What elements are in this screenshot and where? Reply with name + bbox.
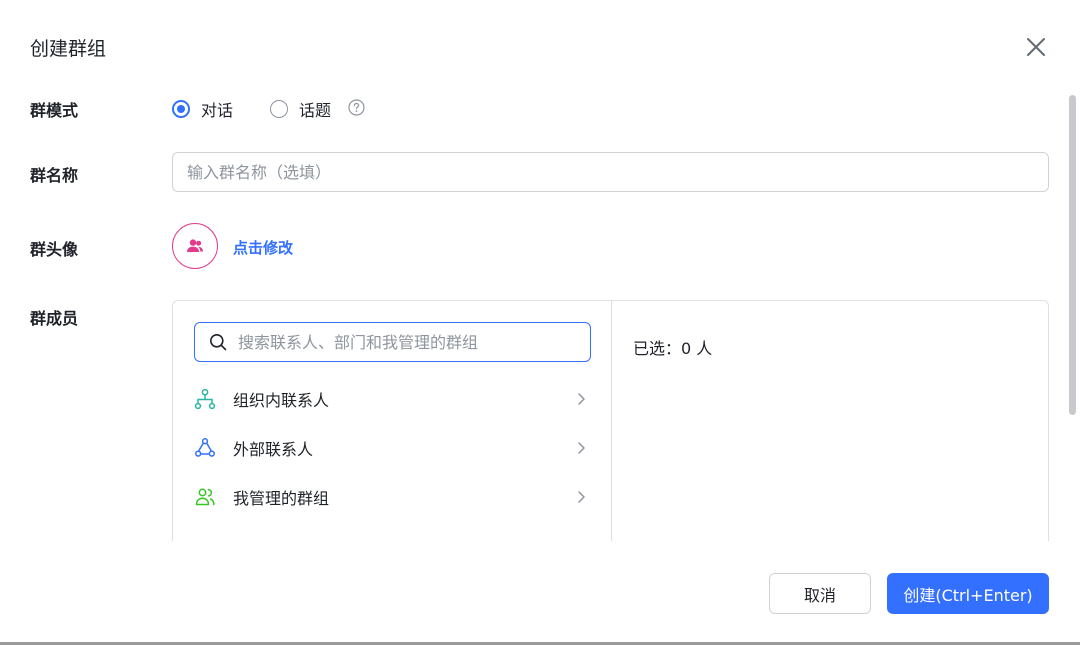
source-external-contacts[interactable]: 外部联系人 [173, 428, 611, 468]
mode-option-chat-label: 对话 [201, 101, 234, 120]
group-mode-label: 群模式 [30, 101, 79, 120]
edit-avatar-link[interactable]: 点击修改 [233, 237, 293, 258]
cancel-button[interactable]: 取消 [769, 573, 871, 614]
source-managed-groups-label: 我管理的群组 [233, 489, 330, 508]
group-members-label: 群成员 [30, 309, 79, 328]
source-managed-groups[interactable]: 我管理的群组 [173, 477, 611, 517]
org-chart-icon [194, 388, 216, 410]
create-group-dialog: 创建群组 群模式 对话 话题 群名称 群头像 点击修改 群成员 [0, 0, 1080, 645]
managed-groups-icon [195, 488, 215, 506]
radio-unchecked-icon [270, 100, 288, 118]
chevron-right-icon [578, 393, 585, 405]
source-org-contacts[interactable]: 组织内联系人 [173, 379, 611, 419]
member-search-box[interactable] [194, 322, 591, 362]
group-name-label: 群名称 [30, 166, 79, 185]
mode-option-topic-label: 话题 [299, 101, 332, 120]
scrollbar-thumb[interactable] [1069, 95, 1076, 415]
help-icon[interactable] [348, 99, 365, 116]
group-name-input[interactable] [172, 152, 1049, 192]
mode-option-topic[interactable]: 话题 [270, 97, 331, 121]
external-contacts-icon [195, 438, 215, 457]
source-org-contacts-label: 组织内联系人 [233, 391, 330, 410]
chevron-right-icon [578, 491, 585, 503]
mode-option-chat[interactable]: 对话 [172, 97, 233, 121]
dialog-title: 创建群组 [30, 38, 107, 60]
close-icon[interactable] [1022, 33, 1050, 61]
group-avatar[interactable] [172, 223, 218, 269]
search-icon [210, 334, 227, 351]
member-picker: 组织内联系人 外部联系人 我管理的群组 [172, 300, 1049, 560]
group-people-icon [187, 239, 203, 252]
create-button[interactable]: 创建(Ctrl+Enter) [887, 573, 1049, 614]
source-external-contacts-label: 外部联系人 [233, 440, 314, 459]
group-avatar-label: 群头像 [30, 240, 79, 259]
selected-count: 已选：0 人 [633, 339, 713, 358]
picker-divider [611, 301, 612, 560]
chevron-right-icon [578, 442, 585, 454]
radio-checked-icon [172, 100, 190, 118]
member-search-input[interactable] [236, 331, 570, 353]
